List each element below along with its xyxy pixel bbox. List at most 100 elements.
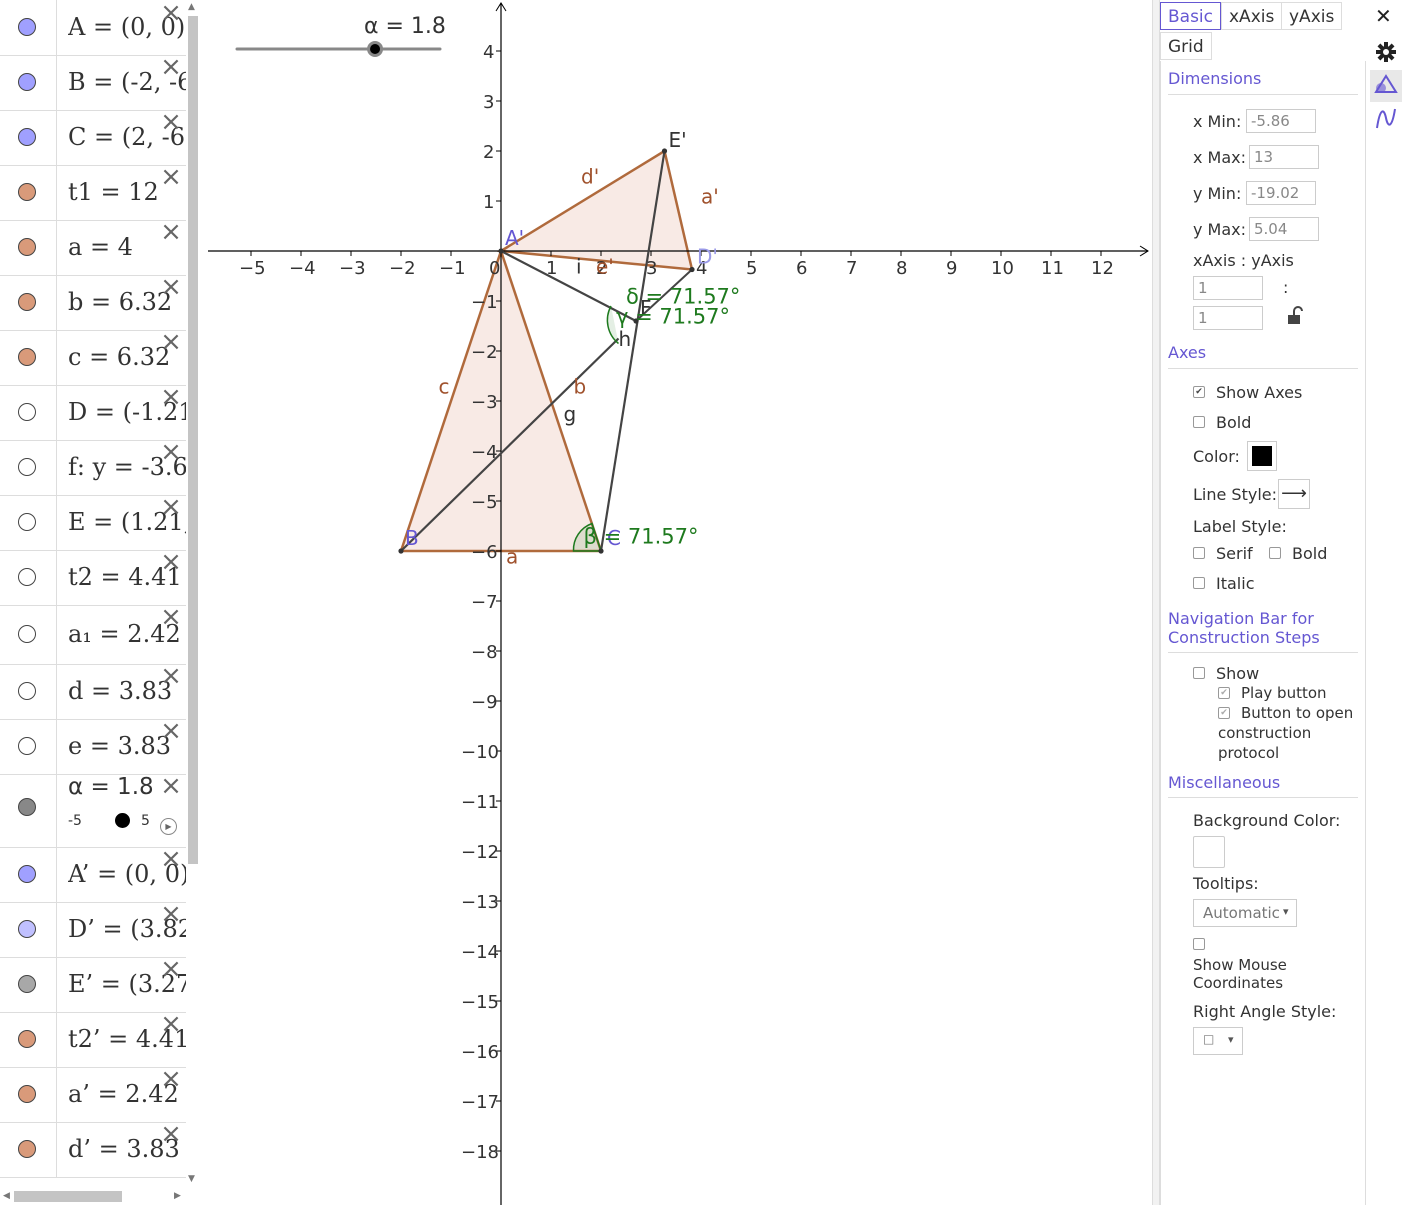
delete-icon[interactable]: × <box>160 1011 182 1037</box>
algebra-item[interactable]: α = 1.8 × -5 5 ▶ <box>0 773 186 848</box>
delete-icon[interactable]: × <box>160 1066 182 1092</box>
xmin-input[interactable] <box>1246 109 1316 133</box>
ratio-x-input[interactable] <box>1193 276 1263 300</box>
right-angle-dropdown[interactable]: □ ▾ <box>1193 1027 1243 1055</box>
visibility-toggle-icon[interactable] <box>18 402 36 421</box>
algebra-item[interactable]: D = (-1.21 × <box>0 384 186 441</box>
point-d-prime[interactable] <box>689 266 695 273</box>
ratio-y-input[interactable] <box>1193 306 1263 330</box>
delete-icon[interactable]: × <box>160 109 182 135</box>
nav-show-checkbox[interactable] <box>1193 667 1205 679</box>
graphics-settings-tab[interactable] <box>1370 70 1402 102</box>
settings-gear-icon[interactable] <box>1374 40 1398 64</box>
algebra-item[interactable]: t2’ = 4.41 × <box>0 1011 186 1068</box>
visibility-toggle-icon[interactable] <box>18 17 36 36</box>
delete-icon[interactable]: × <box>160 164 182 190</box>
function-curve-icon[interactable] <box>1374 106 1398 132</box>
tab-yaxis[interactable]: yAxis <box>1281 2 1343 30</box>
delete-icon[interactable]: × <box>160 219 182 245</box>
point-a-prime[interactable] <box>498 248 504 254</box>
scroll-right-icon[interactable]: ▶ <box>174 1191 181 1201</box>
close-icon[interactable]: ✕ <box>1375 4 1392 28</box>
tab-basic[interactable]: Basic <box>1160 2 1222 30</box>
delete-icon[interactable]: × <box>160 439 182 465</box>
unlock-icon[interactable] <box>1285 306 1305 326</box>
algebra-vertical-scrollbar[interactable]: ▲ ▼ <box>186 0 200 1188</box>
graphics-view[interactable]: −5 −4 −3 −2 −1 0 1 2 3 4 5 6 7 8 9 10 11 12 4 3 2 1 −1 −2 −3 −4 −5… <box>200 0 1155 1205</box>
visibility-toggle-icon[interactable] <box>18 1084 36 1103</box>
point-b[interactable] <box>398 548 404 554</box>
algebra-scroll-thumb[interactable] <box>188 16 198 864</box>
visibility-toggle-icon[interactable] <box>18 919 36 938</box>
algebra-item[interactable]: D’ = (3.82 × <box>0 901 186 958</box>
visibility-toggle-icon[interactable] <box>18 1139 36 1158</box>
delete-icon[interactable]: × <box>160 604 182 630</box>
italic-checkbox[interactable] <box>1193 577 1205 589</box>
delete-icon[interactable]: × <box>160 901 182 927</box>
delete-icon[interactable]: × <box>160 773 182 799</box>
algebra-item[interactable]: B = (-2, -6)× <box>0 54 186 111</box>
visibility-toggle-icon[interactable] <box>18 457 36 476</box>
algebra-item[interactable]: t1 = 12 × <box>0 164 186 221</box>
visibility-toggle-icon[interactable] <box>18 736 36 755</box>
visibility-toggle-icon[interactable] <box>18 347 36 366</box>
algebra-hscroll-thumb[interactable] <box>14 1191 122 1202</box>
line-style-arrow-icon[interactable]: ⟶ <box>1278 479 1310 509</box>
delete-icon[interactable]: × <box>160 494 182 520</box>
visibility-toggle-icon[interactable] <box>18 182 36 201</box>
algebra-item[interactable]: t2 = 4.41 × <box>0 549 186 606</box>
algebra-item[interactable]: A’ = (0, 0) × <box>0 846 186 903</box>
delete-icon[interactable]: × <box>160 549 182 575</box>
graphics-canvas[interactable]: −5 −4 −3 −2 −1 0 1 2 3 4 5 6 7 8 9 10 11 124321−1−2−3−4−5… <box>200 0 1155 1205</box>
algebra-item[interactable]: a = 4 × <box>0 219 186 276</box>
visibility-toggle-icon[interactable] <box>18 127 36 146</box>
algebra-item[interactable]: d’ = 3.83 × <box>0 1121 186 1178</box>
slider-knob[interactable] <box>370 44 381 54</box>
algebra-item[interactable]: A = (0, 0) × <box>0 0 186 56</box>
axis-color-button[interactable] <box>1247 441 1277 471</box>
algebra-item[interactable]: e = 3.83 × <box>0 718 186 775</box>
point-e-prime[interactable] <box>661 148 668 154</box>
delete-icon[interactable]: × <box>160 384 182 410</box>
delete-icon[interactable]: × <box>160 718 182 744</box>
xmax-input[interactable] <box>1249 145 1319 169</box>
scroll-up-icon[interactable]: ▲ <box>188 2 195 12</box>
visibility-toggle-icon[interactable] <box>18 72 36 91</box>
ymax-input[interactable] <box>1249 217 1319 241</box>
label-bold-checkbox[interactable] <box>1269 547 1281 559</box>
algebra-item[interactable]: f: y = -3.64× <box>0 439 186 496</box>
algebra-item[interactable]: a’ = 2.42 × <box>0 1066 186 1123</box>
visibility-toggle-icon[interactable] <box>18 798 36 816</box>
visibility-toggle-icon[interactable] <box>18 1029 36 1048</box>
protocol-button-checkbox[interactable]: ✔ <box>1218 707 1230 719</box>
visibility-toggle-icon[interactable] <box>18 292 36 311</box>
scroll-down-icon[interactable]: ▼ <box>188 1174 195 1184</box>
visibility-toggle-icon[interactable] <box>18 681 36 700</box>
algebra-item[interactable]: C = (2, -6) × <box>0 109 186 166</box>
visibility-toggle-icon[interactable] <box>18 624 36 643</box>
ymin-input[interactable] <box>1246 181 1316 205</box>
delete-icon[interactable]: × <box>160 663 182 689</box>
delete-icon[interactable]: × <box>160 274 182 300</box>
visibility-toggle-icon[interactable] <box>18 512 36 531</box>
bold-checkbox[interactable] <box>1193 416 1205 428</box>
algebra-item[interactable]: d = 3.83 × <box>0 663 186 720</box>
visibility-toggle-icon[interactable] <box>18 974 36 993</box>
delete-icon[interactable]: × <box>160 1121 182 1147</box>
delete-icon[interactable]: × <box>160 956 182 982</box>
tab-grid[interactable]: Grid <box>1160 32 1212 60</box>
delete-icon[interactable]: × <box>160 329 182 355</box>
panel-divider[interactable] <box>1152 0 1160 1205</box>
visibility-toggle-icon[interactable] <box>18 567 36 586</box>
slider-knob[interactable] <box>115 813 131 828</box>
delete-icon[interactable]: × <box>160 0 182 26</box>
visibility-toggle-icon[interactable] <box>18 864 36 883</box>
delete-icon[interactable]: × <box>160 846 182 872</box>
algebra-item[interactable]: b = 6.32 × <box>0 274 186 331</box>
algebra-horizontal-scrollbar[interactable]: ◀ ▶ <box>0 1188 186 1205</box>
background-color-button[interactable] <box>1193 836 1225 868</box>
algebra-item[interactable]: E = (1.21, × <box>0 494 186 551</box>
visibility-toggle-icon[interactable] <box>18 237 36 256</box>
show-axes-checkbox[interactable]: ✔ <box>1193 386 1205 398</box>
algebra-item[interactable]: E’ = (3.27 × <box>0 956 186 1013</box>
